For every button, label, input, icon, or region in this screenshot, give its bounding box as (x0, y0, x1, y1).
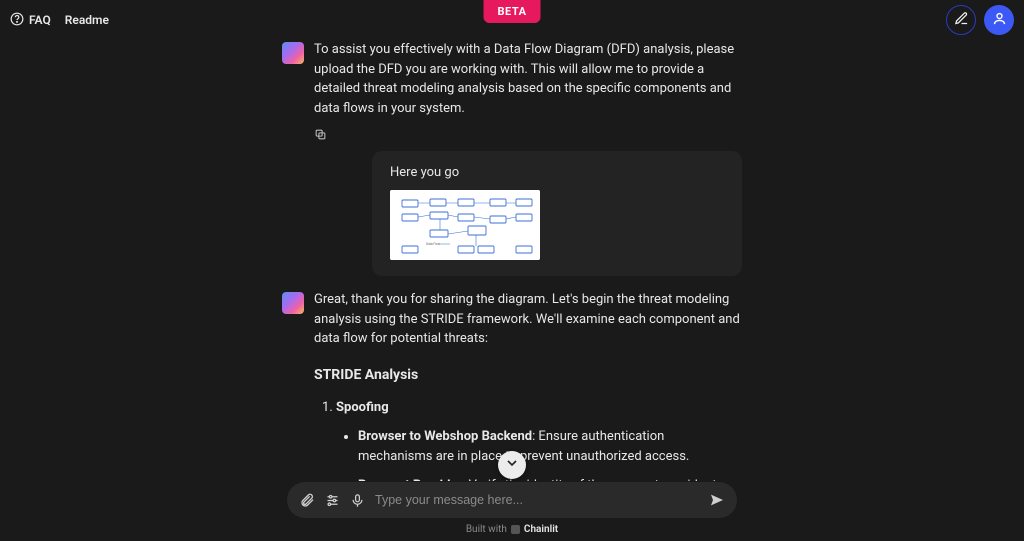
assistant-text: To assist you effectively with a Data Fl… (314, 40, 742, 118)
assistant-avatar-icon (282, 292, 304, 314)
point-subject: Browser to Webshop Backend (358, 429, 532, 444)
stride-points: Browser to Webshop Backend: Ensure authe… (336, 427, 742, 481)
sliders-icon (325, 493, 340, 508)
faq-label: FAQ (29, 13, 51, 27)
assistant-message: To assist you effectively with a Data Fl… (282, 40, 742, 118)
copy-icon[interactable] (314, 130, 327, 145)
attach-button[interactable] (299, 492, 315, 508)
svg-text:Data Flow: Data Flow (426, 242, 441, 246)
chevron-down-icon (504, 455, 520, 475)
point-subject: Payment Provider (358, 478, 462, 481)
attached-image[interactable]: Data Flow (390, 190, 540, 260)
stride-list: Spoofing Browser to Webshop Backend: Ens… (314, 398, 742, 482)
stride-category: Spoofing (336, 400, 389, 415)
help-icon (10, 12, 24, 29)
readme-label: Readme (65, 13, 109, 27)
chainlit-link[interactable]: Chainlit (524, 524, 558, 535)
chainlit-logo-icon (511, 525, 520, 534)
new-chat-button[interactable] (946, 5, 976, 35)
footer-credit: Built with Chainlit (466, 524, 558, 535)
header-right (946, 5, 1014, 35)
composer (287, 482, 737, 518)
built-with-label: Built with (466, 524, 507, 535)
voice-button[interactable] (350, 493, 365, 508)
beta-label: BETA (498, 5, 527, 18)
paperclip-icon (299, 492, 315, 508)
beta-badge: BETA (484, 0, 541, 23)
assistant-avatar-icon (282, 42, 304, 64)
list-item: Payment Provider: Verify the identity of… (358, 476, 742, 481)
assistant-intro: Great, thank you for sharing the diagram… (314, 290, 742, 349)
user-message: Here you go (372, 151, 742, 276)
user-menu-button[interactable] (984, 5, 1014, 35)
faq-link[interactable]: FAQ (10, 12, 51, 29)
conversation-pane: To assist you effectively with a Data Fl… (0, 40, 1024, 481)
list-item: Browser to Webshop Backend: Ensure authe… (358, 427, 742, 466)
send-button[interactable] (709, 492, 725, 508)
user-text: Here you go (390, 165, 724, 180)
list-item: Spoofing Browser to Webshop Backend: Ens… (336, 398, 742, 482)
send-icon (709, 492, 725, 508)
header-left: FAQ Readme (10, 12, 109, 29)
user-icon (992, 11, 1007, 30)
composer-area: Built with Chainlit (0, 482, 1024, 541)
settings-button[interactable] (325, 493, 340, 508)
assistant-body: Great, thank you for sharing the diagram… (314, 290, 742, 481)
microphone-icon (350, 493, 365, 508)
compose-icon (954, 11, 969, 30)
scroll-to-bottom-button[interactable] (498, 451, 526, 479)
message-actions (314, 128, 742, 145)
readme-link[interactable]: Readme (65, 13, 109, 27)
message-input[interactable] (375, 493, 699, 507)
stride-heading: STRIDE Analysis (314, 365, 742, 386)
